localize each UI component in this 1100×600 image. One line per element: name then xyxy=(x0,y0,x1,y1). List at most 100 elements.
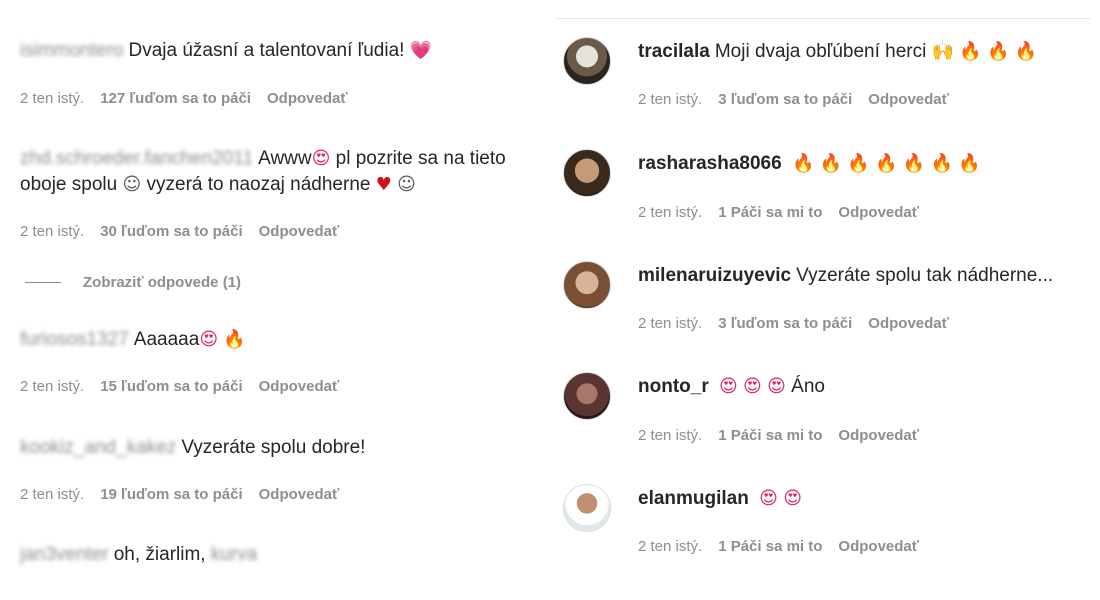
comment-meta: 2 ten istý. 15 ľuďom sa to páči Odpovedať xyxy=(20,378,355,395)
fire-icon: 🔥 xyxy=(819,153,843,174)
comment: nonto_r 😍 😍 😍 Áno xyxy=(638,374,1100,400)
fire-icon: 🔥 xyxy=(1014,41,1038,62)
comment-meta: 2 ten istý. 3 ľuďom sa to páči Odpovedať xyxy=(638,315,965,332)
reply-button[interactable]: Odpovedať xyxy=(259,223,340,240)
comment-text: Dvaja úžasní a talentovaní ľudia! xyxy=(128,40,405,61)
smile-icon: ☺ xyxy=(397,174,416,195)
heart-icon: ♥ xyxy=(375,174,392,195)
fire-icon: 🔥 xyxy=(958,153,981,174)
comment-text: Vyzeráte spolu tak nádherne... xyxy=(796,265,1054,286)
comment-username[interactable]: jan3venter xyxy=(20,544,109,565)
likes-count-button[interactable]: 30 ľuďom sa to páči xyxy=(100,223,242,240)
avatar[interactable] xyxy=(563,37,611,85)
comment-text: Áno xyxy=(791,376,825,397)
comment-time: 2 ten istý. xyxy=(638,91,703,108)
comment-meta: 2 ten istý. 19 ľuďom sa to páči Odpovedať xyxy=(20,486,355,503)
comment-time: 2 ten istý. xyxy=(20,90,85,107)
comment-time: 2 ten istý. xyxy=(638,204,703,221)
fire-icon: 🔥 xyxy=(987,41,1010,62)
fire-icon: 🔥 xyxy=(875,153,898,174)
reply-button[interactable]: Odpovedať xyxy=(838,427,919,444)
avatar[interactable] xyxy=(563,372,611,420)
reply-button[interactable]: Odpovedať xyxy=(259,378,340,395)
view-replies-button[interactable]: Zobraziť odpovede (1) xyxy=(25,274,241,291)
heart-eyes-icon: 😍 xyxy=(199,329,219,350)
comment-text: Vyzeráte spolu dobre! xyxy=(181,437,366,458)
comment-username[interactable]: isimmontero xyxy=(20,40,123,61)
reply-button[interactable]: Odpovedať xyxy=(267,90,348,107)
comment-time: 2 ten istý. xyxy=(638,315,703,332)
fire-icon: 🔥 xyxy=(847,153,870,174)
comment-username[interactable]: kookiz_and_kakez xyxy=(20,437,176,458)
comment-text: oh, žiarlim, xyxy=(113,544,206,565)
reply-button[interactable]: Odpovedať xyxy=(838,204,919,221)
likes-count-button[interactable]: 19 ľuďom sa to páči xyxy=(100,486,242,503)
comment: milenaruizuyevic Vyzeráte spolu tak nádhe… xyxy=(638,263,1100,289)
comment-username[interactable]: zhd.schroeder.fanchen2011 xyxy=(20,148,253,169)
avatar[interactable] xyxy=(563,149,611,197)
fire-icon: 🔥 xyxy=(791,153,815,174)
heart-eyes-icon: 😍 xyxy=(767,376,786,397)
avatar[interactable] xyxy=(563,261,611,309)
comment-meta: 2 ten istý. 127 ľuďom sa to páči Odpovedať xyxy=(20,90,364,107)
likes-count-button[interactable]: 1 Páči sa mi to xyxy=(718,538,822,555)
comment-time: 2 ten istý. xyxy=(638,538,703,555)
comment-text: Moji dvaja obľúbení herci xyxy=(714,41,927,62)
left-comments-panel: isimmontero Dvaja úžasní a talentovaní ľu… xyxy=(0,0,545,600)
avatar[interactable] xyxy=(563,484,611,532)
reply-button[interactable]: Odpovedať xyxy=(868,315,949,332)
comment-text: vyzerá to naozaj nádherne xyxy=(146,174,371,195)
comment-text: Awww xyxy=(258,148,312,169)
comment: rasharasha8066 🔥 🔥 🔥 🔥 🔥 🔥 🔥 xyxy=(638,151,1100,177)
comment-username[interactable]: furiosos1327 xyxy=(20,329,129,350)
comment-username[interactable]: elanmugilan xyxy=(638,488,749,509)
right-comments-panel: tracilala Moji dvaja obľúbení herci 🙌 🔥 🔥… xyxy=(555,0,1100,600)
comment: jan3venter oh, žiarlim, kurva xyxy=(20,542,545,568)
comment: isimmontero Dvaja úžasní a talentovaní ľu… xyxy=(0,38,545,64)
likes-count-button[interactable]: 15 ľuďom sa to páči xyxy=(100,378,242,395)
reply-button[interactable]: Odpovedať xyxy=(259,486,340,503)
comment-time: 2 ten istý. xyxy=(20,223,85,240)
fire-icon: 🔥 xyxy=(930,153,953,174)
heart-eyes-icon: 😍 xyxy=(719,376,738,397)
reply-button[interactable]: Odpovedať xyxy=(868,91,949,108)
raised-hands-icon: 🙌 xyxy=(931,41,955,62)
comment-text: Aaaaaa xyxy=(133,329,200,350)
reply-button[interactable]: Odpovedať xyxy=(838,538,919,555)
comment: zhd.schroeder.fanchen2011 Awww😍 pl pozrit… xyxy=(20,146,539,198)
comment-text-blurred: kurva xyxy=(210,544,258,565)
comment-username[interactable]: rasharasha8066 xyxy=(638,153,782,174)
comment-meta: 2 ten istý. 1 Páči sa mi to Odpovedať xyxy=(638,427,935,444)
comment-text: oboje spolu xyxy=(20,174,118,195)
view-replies-label: Zobraziť odpovede (1) xyxy=(83,274,242,291)
fire-icon: 🔥 xyxy=(959,41,982,62)
fire-icon: 🔥 xyxy=(223,329,246,350)
comment-username[interactable]: nonto_r xyxy=(638,376,709,397)
comment-meta: 2 ten istý. 1 Páči sa mi to Odpovedať xyxy=(638,204,935,221)
top-divider xyxy=(555,18,1090,19)
fire-icon: 🔥 xyxy=(902,153,926,174)
likes-count-button[interactable]: 3 ľuďom sa to páči xyxy=(718,91,852,108)
smile-icon: ☺ xyxy=(122,174,142,195)
comment-meta: 2 ten istý. 3 ľuďom sa to páči Odpovedať xyxy=(638,91,965,108)
comment-username[interactable]: tracilala xyxy=(638,41,710,62)
comment-time: 2 ten istý. xyxy=(638,427,703,444)
heart-eyes-icon: 😍 xyxy=(759,488,778,509)
pink-heart-icon: 💗 xyxy=(409,40,433,61)
heart-eyes-icon: 😍 xyxy=(783,488,802,509)
likes-count-button[interactable]: 3 ľuďom sa to páči xyxy=(718,315,852,332)
comment: tracilala Moji dvaja obľúbení herci 🙌 🔥 🔥… xyxy=(638,39,1100,65)
heart-eyes-icon: 😍 xyxy=(311,148,331,169)
replies-divider xyxy=(25,282,61,283)
comment: elanmugilan 😍 😍 xyxy=(638,486,1100,512)
comment-text: pl pozrite sa na tieto xyxy=(335,148,506,169)
likes-count-button[interactable]: 1 Páči sa mi to xyxy=(718,204,822,221)
heart-eyes-icon: 😍 xyxy=(743,376,762,397)
likes-count-button[interactable]: 127 ľuďom sa to páči xyxy=(100,90,251,107)
likes-count-button[interactable]: 1 Páči sa mi to xyxy=(718,427,822,444)
comment-time: 2 ten istý. xyxy=(20,486,85,503)
comment: furiosos1327 Aaaaaa😍 🔥 xyxy=(20,327,545,353)
comment-username[interactable]: milenaruizuyevic xyxy=(638,265,791,286)
comment-time: 2 ten istý. xyxy=(20,378,85,395)
comment: kookiz_and_kakez Vyzeráte spolu dobre! xyxy=(20,435,545,461)
